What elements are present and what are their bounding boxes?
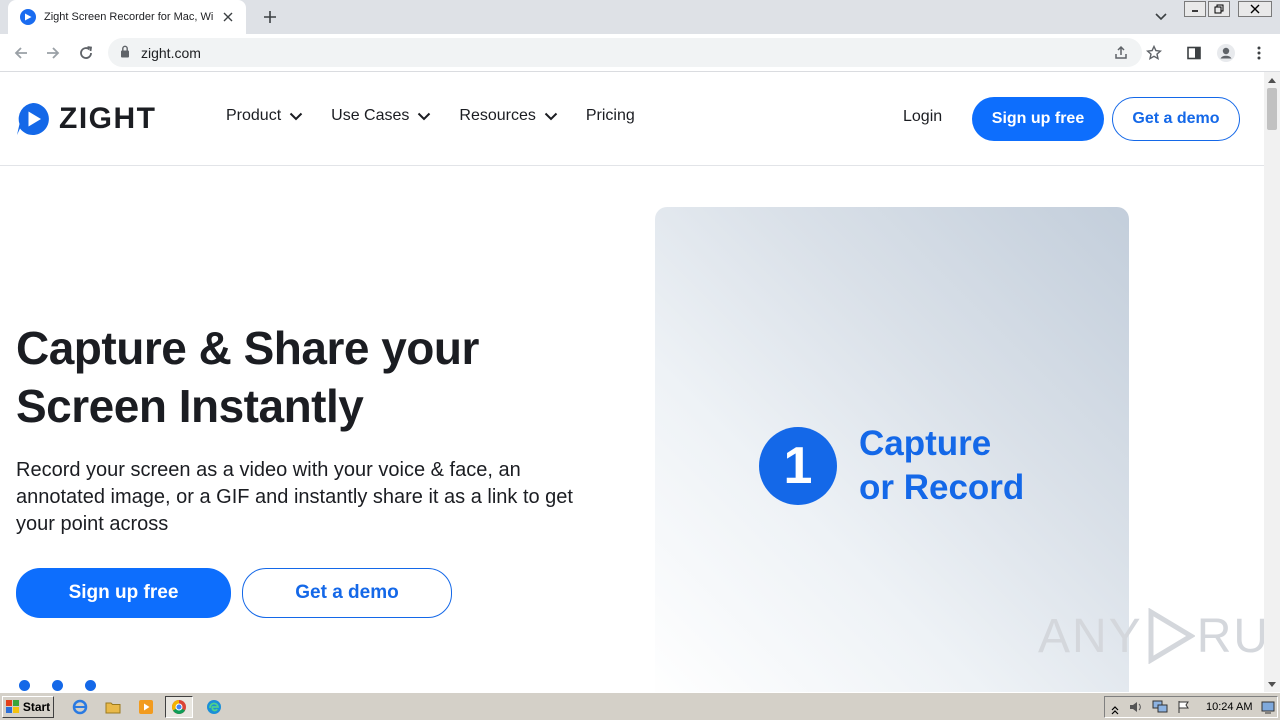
taskbar-media-player-icon[interactable] <box>132 696 160 718</box>
lock-icon[interactable] <box>120 45 130 63</box>
watermark-text-left: ANY <box>1038 609 1143 663</box>
hero-title-line: Capture & Share your <box>16 322 479 374</box>
carousel-dots <box>19 680 118 691</box>
nav-item-product[interactable]: Product <box>226 107 303 125</box>
action-center-flag-icon[interactable] <box>1177 700 1191 719</box>
bookmark-star-icon[interactable] <box>1143 42 1165 64</box>
page-scrollbar[interactable] <box>1264 72 1280 692</box>
windows-taskbar: Start 10:24 AM <box>0 692 1280 720</box>
taskbar-ie-icon[interactable] <box>66 696 94 718</box>
chevron-down-icon <box>289 112 303 120</box>
step-number-badge: 1 <box>759 427 837 505</box>
header-get-demo-button[interactable]: Get a demo <box>1112 97 1240 141</box>
tab-close-icon[interactable] <box>220 9 236 25</box>
nav-item-label: Use Cases <box>331 107 410 124</box>
share-icon[interactable] <box>1112 44 1130 62</box>
carousel-dot[interactable] <box>52 680 63 691</box>
forward-button[interactable] <box>42 42 64 64</box>
hero-title-line: Screen Instantly <box>16 380 364 432</box>
step-caption: Capture or Record <box>859 422 1024 510</box>
new-tab-button[interactable] <box>260 7 280 27</box>
reload-button[interactable] <box>75 42 97 64</box>
scroll-down-arrow-icon[interactable] <box>1264 678 1280 690</box>
minimize-button[interactable] <box>1184 1 1206 17</box>
play-triangle-icon <box>1148 608 1195 664</box>
back-button[interactable] <box>10 42 32 64</box>
chevron-down-icon <box>418 112 431 120</box>
browser-menu-icon[interactable] <box>1248 42 1270 64</box>
hero-sign-up-button[interactable]: Sign up free <box>16 568 231 618</box>
taskbar-chrome-icon[interactable] <box>165 696 193 718</box>
url-text[interactable]: zight.com <box>141 45 201 61</box>
close-window-button[interactable] <box>1238 1 1272 17</box>
start-button[interactable]: Start <box>2 696 54 718</box>
tab-title: Zight Screen Recorder for Mac, Windows <box>44 11 214 23</box>
scrollbar-thumb[interactable] <box>1267 88 1277 130</box>
header-sign-up-button[interactable]: Sign up free <box>972 97 1104 141</box>
hero-get-demo-button[interactable]: Get a demo <box>242 568 452 618</box>
taskbar-edge-icon[interactable] <box>200 696 228 718</box>
hero-subtitle: Record your screen as a video with your … <box>16 459 573 535</box>
nav-item-pricing[interactable]: Pricing <box>586 107 635 125</box>
watermark-text-right: RUN <box>1196 609 1264 663</box>
logo-text: ZIGHT <box>59 102 157 135</box>
browser-toolbar: zight.com <box>0 34 1280 72</box>
step-caption-line: Capture <box>859 424 992 463</box>
system-tray: 10:24 AM <box>1104 696 1278 718</box>
zight-logo-icon <box>17 103 49 135</box>
tab-search-chevron-icon[interactable] <box>1151 8 1171 26</box>
tray-expand-icon[interactable] <box>1111 702 1119 720</box>
login-link[interactable]: Login <box>903 108 942 126</box>
step-caption-line: or Record <box>859 468 1025 507</box>
zight-logo[interactable]: ZIGHT <box>16 102 157 136</box>
browser-tabstrip: Zight Screen Recorder for Mac, Windows <box>0 0 1280 34</box>
profile-avatar-icon[interactable] <box>1215 42 1237 64</box>
hero-title: Capture & Share your Screen Instantly <box>16 319 616 435</box>
nav-item-label: Product <box>226 107 282 124</box>
scroll-up-arrow-icon[interactable] <box>1264 74 1280 86</box>
anyrun-watermark: ANY RUN <box>1038 608 1264 664</box>
taskbar-clock[interactable]: 10:24 AM <box>1206 701 1252 713</box>
browser-tab[interactable]: Zight Screen Recorder for Mac, Windows <box>8 0 246 34</box>
address-bar[interactable]: zight.com <box>108 38 1142 67</box>
restore-button[interactable] <box>1208 1 1230 17</box>
page-viewport: ZIGHT Product Use Cases Resources Pricin… <box>0 72 1264 692</box>
nav-item-resources[interactable]: Resources <box>459 107 558 125</box>
windows-logo-icon <box>5 700 19 713</box>
nav-item-use-cases[interactable]: Use Cases <box>331 107 431 125</box>
site-header: ZIGHT Product Use Cases Resources Pricin… <box>0 72 1264 166</box>
taskbar-explorer-icon[interactable] <box>99 696 127 718</box>
start-label: Start <box>22 700 51 714</box>
nav-item-label: Resources <box>459 107 536 124</box>
zight-favicon-icon <box>20 9 36 25</box>
main-nav: Product Use Cases Resources Pricing <box>226 107 663 125</box>
chevron-down-icon <box>544 112 558 120</box>
volume-icon[interactable] <box>1129 700 1145 719</box>
carousel-dot[interactable] <box>85 680 96 691</box>
show-desktop-icon[interactable] <box>1261 700 1275 719</box>
carousel-dot[interactable] <box>19 680 30 691</box>
nav-item-label: Pricing <box>585 107 635 124</box>
network-icon[interactable] <box>1152 700 1168 719</box>
side-panel-icon[interactable] <box>1183 42 1205 64</box>
